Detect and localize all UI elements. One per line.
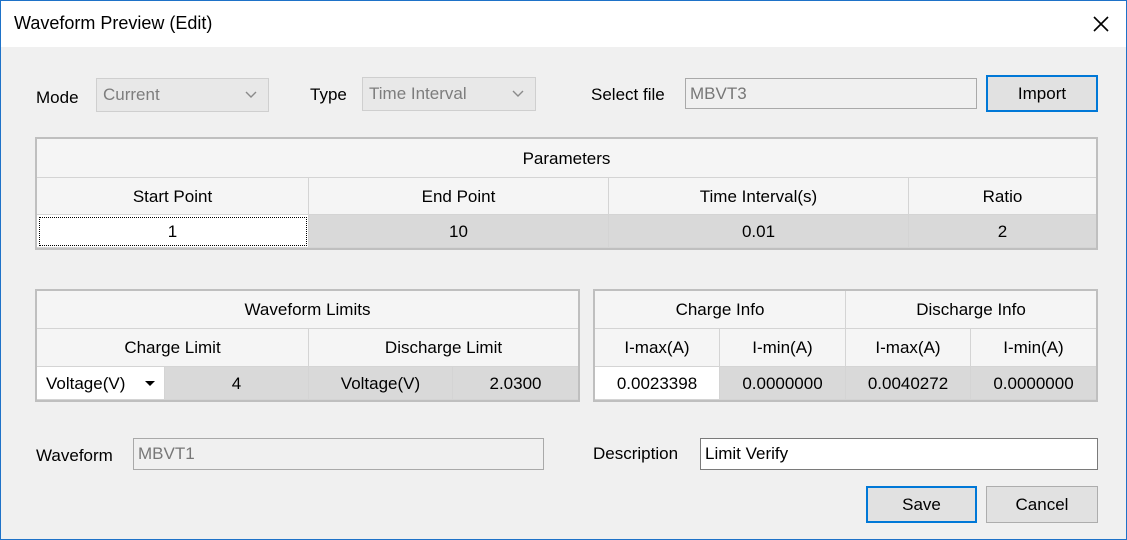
- title-bar: Waveform Preview (Edit): [1, 1, 1126, 47]
- start-point-header: Start Point: [37, 178, 309, 215]
- dialog-window: Waveform Preview (Edit) Mode Current Typ…: [0, 0, 1127, 540]
- charge-imax-value: 0.0023398: [595, 367, 720, 400]
- discharge-info-title: Discharge Info: [846, 291, 1096, 329]
- charge-imin-value: 0.0000000: [720, 367, 846, 400]
- end-point-header: End Point: [309, 178, 609, 215]
- mode-select[interactable]: Current: [96, 78, 269, 112]
- parameters-grid: Parameters Start Point End Point Time In…: [35, 137, 1098, 250]
- description-label: Description: [593, 444, 679, 463]
- end-point-cell[interactable]: 10: [309, 215, 609, 248]
- discharge-imax-value: 0.0040272: [846, 367, 971, 400]
- discharge-limit-value[interactable]: 2.0300: [453, 367, 578, 400]
- cancel-button[interactable]: Cancel: [986, 486, 1098, 523]
- chevron-down-icon: [511, 78, 525, 121]
- charge-type-select[interactable]: Voltage(V): [37, 367, 165, 400]
- charge-info-grid: Charge Info Discharge Info I-max(A) I-mi…: [593, 289, 1098, 402]
- time-interval-cell[interactable]: 0.01: [609, 215, 909, 248]
- chevron-down-icon: [244, 79, 258, 122]
- waveform-limits-grid: Waveform Limits Charge Limit Discharge L…: [35, 289, 580, 402]
- parameters-title: Parameters: [37, 139, 1096, 178]
- charge-info-title: Charge Info: [595, 291, 846, 329]
- mode-value: Current: [103, 85, 160, 104]
- discharge-imin-header: I-min(A): [971, 329, 1096, 367]
- discharge-type-cell: Voltage(V): [309, 367, 453, 400]
- close-icon[interactable]: [1084, 7, 1118, 41]
- import-button[interactable]: Import: [986, 75, 1098, 112]
- description-input[interactable]: Limit Verify: [700, 438, 1098, 470]
- charge-limit-header: Charge Limit: [37, 329, 309, 367]
- dropdown-arrow-icon: [145, 367, 155, 399]
- time-interval-header: Time Interval(s): [609, 178, 909, 215]
- waveform-label: Waveform: [36, 446, 113, 465]
- waveform-field[interactable]: MBVT1: [133, 438, 544, 470]
- charge-imin-header: I-min(A): [720, 329, 846, 367]
- ratio-cell[interactable]: 2: [909, 215, 1096, 248]
- start-point-cell[interactable]: 1: [37, 215, 309, 248]
- charge-imax-header: I-max(A): [595, 329, 720, 367]
- discharge-imin-value: 0.0000000: [971, 367, 1096, 400]
- mode-label: Mode: [36, 88, 79, 107]
- select-file-label: Select file: [591, 85, 665, 104]
- charge-limit-value[interactable]: 4: [165, 367, 309, 400]
- discharge-limit-header: Discharge Limit: [309, 329, 578, 367]
- ratio-header: Ratio: [909, 178, 1096, 215]
- type-select[interactable]: Time Interval: [362, 77, 536, 111]
- waveform-limits-title: Waveform Limits: [37, 291, 578, 329]
- select-file-field[interactable]: MBVT3: [685, 78, 977, 109]
- window-title: Waveform Preview (Edit): [14, 13, 213, 33]
- type-value: Time Interval: [369, 84, 467, 103]
- type-label: Type: [310, 85, 347, 104]
- charge-type-value: Voltage(V): [46, 374, 126, 393]
- discharge-imax-header: I-max(A): [846, 329, 971, 367]
- save-button[interactable]: Save: [866, 486, 977, 523]
